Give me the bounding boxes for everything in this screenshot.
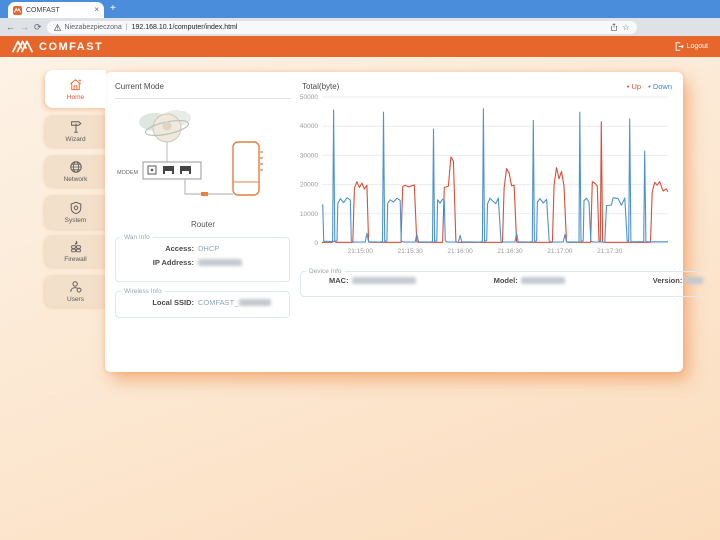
device-info-title: Device Info [306, 268, 345, 275]
sidebar-item-system[interactable]: System [45, 195, 106, 229]
svg-text:21:17:30: 21:17:30 [597, 248, 623, 255]
network-topology-diagram: MODEM [115, 100, 291, 218]
sidebar-item-firewall[interactable]: Firewall [45, 235, 106, 267]
svg-text:21:15:30: 21:15:30 [398, 248, 424, 255]
device-info-fieldset: Device Info MAC: Model: Version: [300, 268, 704, 297]
wireless-info-fieldset: Wireless Info Local SSID: COMFAST_ [115, 288, 290, 318]
browser-tab-strip: COMFAST × + [0, 0, 720, 18]
wan-info-fieldset: Wan Info Access: DHCP IP Address: [115, 234, 290, 282]
access-label: Access: [116, 244, 194, 253]
modem-label: MODEM [117, 170, 139, 176]
device-info-row: MAC: Model: Version: [301, 275, 703, 285]
sidebar-item-home[interactable]: Home [45, 70, 106, 108]
model-field: Model: [494, 276, 565, 285]
browser-toolbar: ← → ⟳ Niezabezpieczona | 192.168.10.1/co… [0, 18, 720, 36]
sidebar-item-network[interactable]: Network [45, 155, 106, 187]
svg-text:50000: 50000 [300, 94, 318, 101]
tab-title: COMFAST [26, 7, 90, 14]
tab-close-icon[interactable]: × [94, 6, 99, 14]
sidebar-item-wizard[interactable]: Wizard [45, 115, 106, 147]
svg-text:40000: 40000 [300, 123, 318, 130]
sidebar-item-label: System [65, 217, 87, 224]
redacted-ssid-value [239, 299, 271, 306]
forward-icon[interactable]: → [20, 22, 29, 32]
redacted-ip-value [198, 259, 242, 266]
new-tab-icon[interactable]: + [110, 3, 116, 15]
reload-icon[interactable]: ⟳ [34, 22, 42, 33]
wan-info-title: Wan Info [121, 234, 153, 241]
shield-system-icon [69, 201, 83, 215]
address-bar[interactable]: Niezabezpieczona | 192.168.10.1/computer… [47, 21, 637, 34]
security-label[interactable]: Niezabezpieczona [65, 24, 122, 31]
browser-tab[interactable]: COMFAST × [8, 2, 104, 18]
comfast-favicon [13, 6, 22, 15]
version-field: Version: [653, 276, 704, 285]
router-label: Router [115, 220, 291, 229]
wireless-info-title: Wireless Info [121, 288, 165, 295]
wan-ip-row: IP Address: [116, 258, 289, 267]
logout-button[interactable]: Logout [675, 42, 708, 51]
sidebar-item-label: Home [67, 94, 84, 101]
users-icon [69, 280, 83, 294]
ip-address-value [198, 259, 242, 266]
app-header: COMFAST Logout [0, 36, 720, 57]
access-value: DHCP [198, 244, 219, 253]
legend-up[interactable]: • Up [627, 82, 641, 91]
redacted-model-value [521, 277, 565, 284]
router-device [233, 142, 259, 195]
redacted-mac-value [352, 277, 416, 284]
logout-label: Logout [687, 43, 708, 50]
svg-text:30000: 30000 [300, 152, 318, 159]
ssid-row: Local SSID: COMFAST_ [116, 298, 289, 307]
content-card: Current Mode MODEM [105, 72, 683, 372]
mac-label: MAC: [329, 276, 349, 285]
chart-title: Total(byte) [302, 82, 339, 91]
sidebar-item-label: Users [67, 296, 84, 303]
url-text[interactable]: 192.168.10.1/computer/index.html [132, 24, 607, 31]
not-secure-warning-icon [54, 24, 61, 31]
back-icon[interactable]: ← [6, 22, 15, 32]
current-mode-title: Current Mode [115, 82, 291, 99]
svg-text:20000: 20000 [300, 182, 318, 189]
home-icon [68, 77, 83, 92]
ethernet-cable [185, 179, 233, 194]
sidebar-item-users[interactable]: Users [45, 275, 106, 307]
firewall-icon [69, 240, 83, 254]
local-ssid-value: COMFAST_ [198, 298, 271, 307]
wan-access-row: Access: DHCP [116, 244, 289, 253]
legend-down[interactable]: • Down [648, 82, 672, 91]
url-separator: | [126, 24, 128, 31]
chart-header: Total(byte) • Up • Down [302, 82, 672, 91]
traffic-line-chart: 0 10000 20000 30000 40000 50000 21:15:00 21:15:… [300, 92, 675, 262]
sidebar-item-label: Network [64, 176, 88, 183]
bookmark-star-icon[interactable]: ☆ [622, 23, 629, 32]
redacted-version-value [685, 277, 703, 284]
sidebar-item-label: Firewall [64, 256, 86, 263]
svg-text:0: 0 [314, 240, 318, 247]
screen: COMFAST × + ← → ⟳ Niezabezpieczona | 192… [0, 0, 720, 540]
sidebar-item-label: Wizard [65, 136, 85, 143]
share-icon[interactable] [610, 23, 618, 31]
svg-text:21:15:00: 21:15:00 [348, 248, 374, 255]
model-label: Model: [494, 276, 518, 285]
svg-text:21:17:00: 21:17:00 [547, 248, 573, 255]
ip-address-label: IP Address: [116, 258, 194, 267]
signpost-wizard-icon [69, 120, 83, 134]
svg-text:21:16:30: 21:16:30 [497, 248, 523, 255]
page-background: Home Wizard Network System [0, 57, 720, 540]
chart-legend: • Up • Down [627, 82, 672, 91]
globe-network-icon [69, 160, 83, 174]
brand-name: COMFAST [39, 41, 103, 53]
comfast-logo-icon [12, 40, 34, 53]
local-ssid-label: Local SSID: [116, 298, 194, 307]
svg-text:10000: 10000 [300, 211, 318, 218]
version-label: Version: [653, 276, 683, 285]
svg-text:21:16:00: 21:16:00 [447, 248, 473, 255]
mac-field: MAC: [329, 276, 416, 285]
logout-icon [675, 42, 684, 51]
